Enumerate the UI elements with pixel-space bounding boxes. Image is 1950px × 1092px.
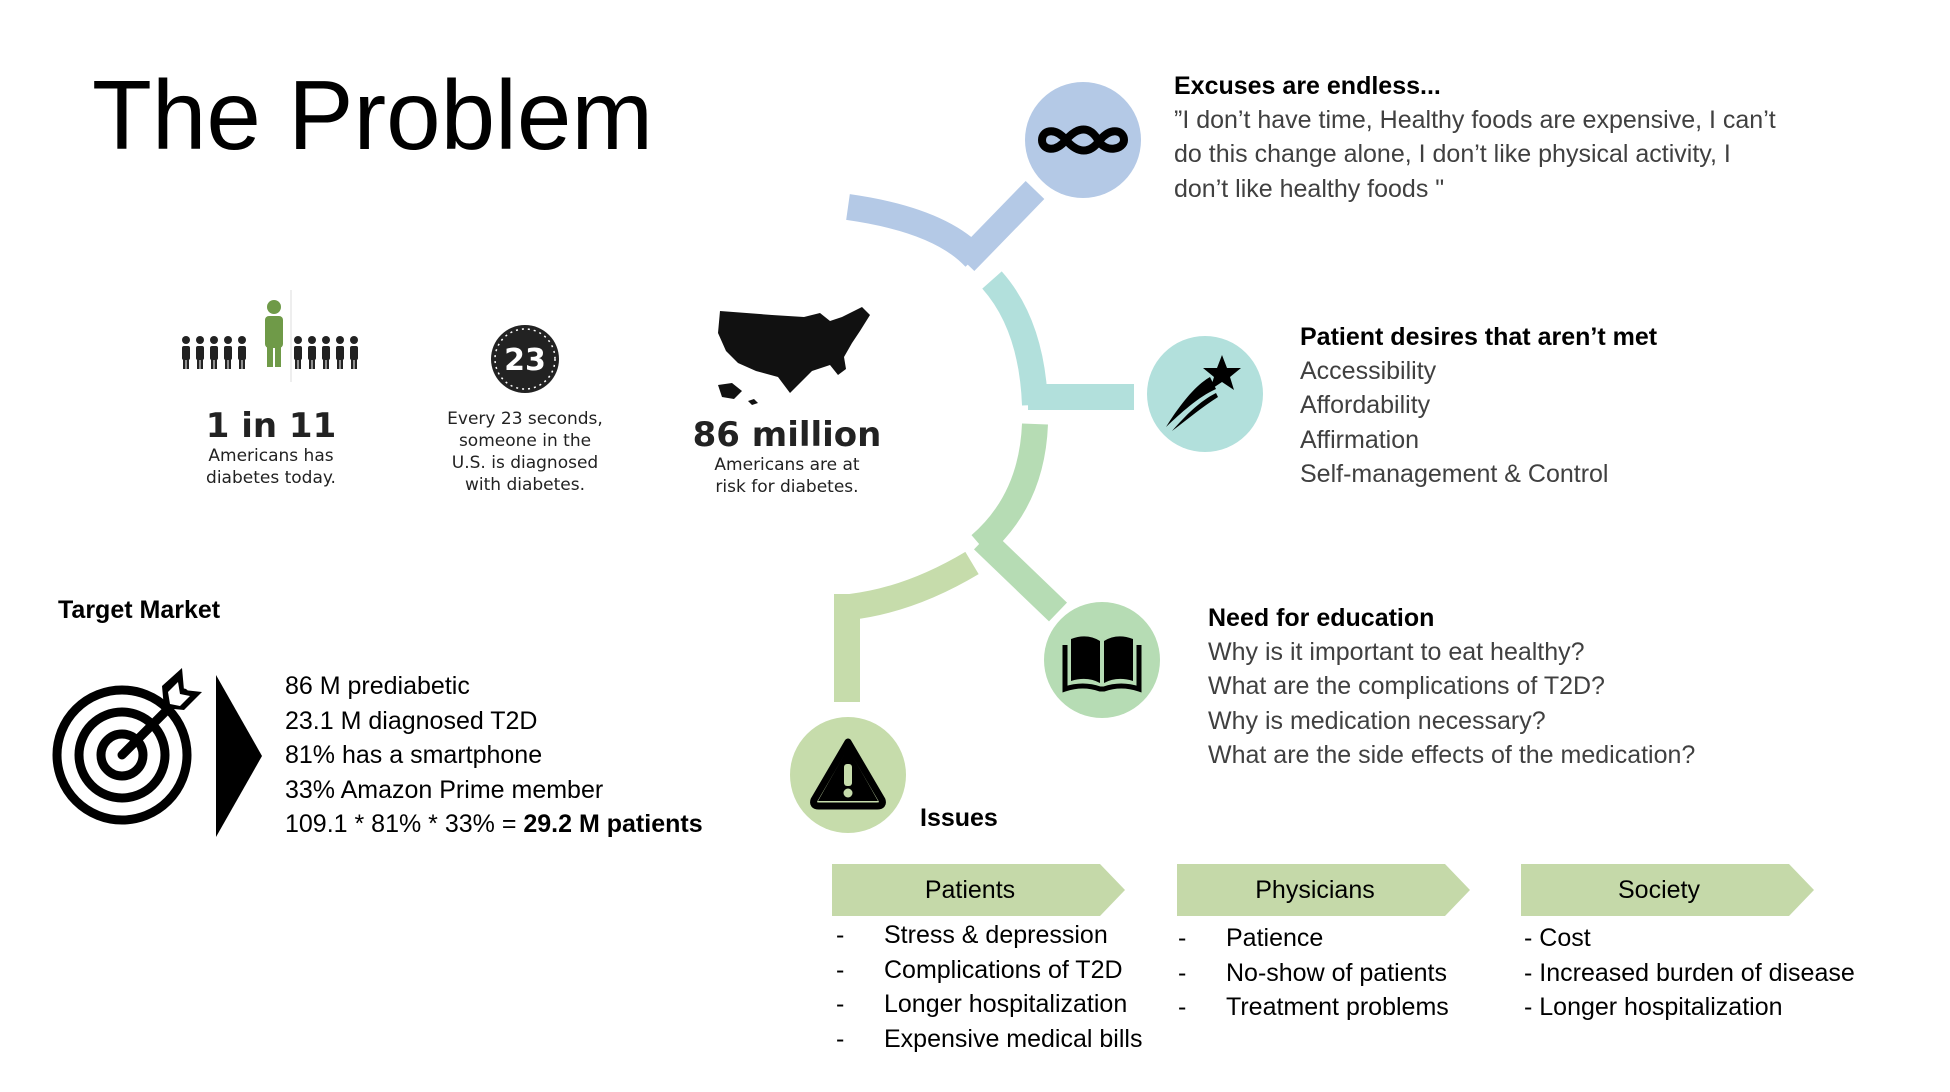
list-item: - Stress & depression (836, 921, 1108, 949)
issue-tab-label: Society (1618, 876, 1700, 904)
shooting-star-icon (1147, 336, 1263, 452)
stat-big: 1 in 11 (205, 406, 337, 446)
desires-line: Self-management & Control (1300, 460, 1609, 488)
issues-heading: Issues (920, 804, 998, 832)
stat-1-in-11: 1 in 11 Americans has diabetes today. (171, 406, 371, 490)
target-market-list: 86 M prediabetic 23.1 M diagnosed T2D 81… (285, 669, 703, 842)
target-market-line: 23.1 M diagnosed T2D (285, 706, 538, 735)
education-line: Why is it important to eat healthy? (1208, 637, 1585, 666)
list-item: - Patience (1178, 924, 1324, 952)
formula-prefix: 109.1 * 81% * 33% = (285, 810, 524, 838)
stat-small: Americans has (208, 446, 334, 467)
target-arrow-icon (52, 668, 202, 825)
formula-result: 29.2 M patients (523, 810, 703, 838)
stat-86-million: 86 million Americans are at risk for dia… (687, 415, 887, 499)
list-item: - Longer hospitalization (836, 990, 1128, 1018)
target-market-line: 33% Amazon Prime member (285, 775, 604, 804)
physicians-issue-list: - Patience - No-show of patients - Treatmen… (1178, 921, 1449, 1025)
desires-line: Affordability (1300, 391, 1431, 419)
target-market-line: 81% has a smartphone (285, 741, 543, 769)
issue-tab-label: Patients (924, 876, 1016, 904)
excuses-heading: Excuses are endless... (1174, 72, 1441, 100)
blue-arc (846, 194, 985, 268)
stat-big: 86 million (692, 415, 882, 455)
education-line: What are the complications of T2D? (1208, 672, 1605, 700)
list-item: - Increased burden of disease (1524, 958, 1855, 987)
desires-line: Accessibility (1300, 356, 1437, 385)
issue-tab-patients: Patients (832, 864, 1125, 916)
excuses-block: Excuses are endless... ”I don’t have tim… (1174, 70, 1776, 206)
usa-map-icon (718, 307, 870, 405)
list-item: - Complications of T2D (836, 955, 1123, 984)
target-market-heading: Target Market (58, 596, 221, 624)
target-market-line: 86 M prediabetic (285, 672, 470, 700)
desires-block: Patient desires that aren’t met Accessib… (1300, 321, 1657, 492)
issue-tab-society: Society (1521, 864, 1814, 916)
desires-line: Affirmation (1300, 425, 1420, 454)
stat-small: risk for diabetes. (715, 477, 859, 498)
green-arc (971, 423, 1048, 555)
infinity-icon (1025, 82, 1141, 198)
chevron-right-icon (216, 675, 262, 837)
clock-icon: 23 (491, 325, 559, 393)
stat-23-seconds: Every 23 seconds, someone in the U.S. is… (425, 408, 625, 496)
list-item: - Cost (1524, 924, 1591, 952)
warning-icon (790, 717, 906, 833)
excuses-line: do this change alone, I don’t like physi… (1174, 140, 1731, 168)
stat-small: Americans are at (714, 455, 860, 476)
stat-small: Every 23 seconds, (447, 409, 603, 429)
list-item: - No-show of patients (1178, 958, 1447, 987)
patients-issue-list: - Stress & depression - Complications of T… (836, 918, 1142, 1056)
blue-connector (955, 180, 1045, 272)
clock-badge-number: 23 (504, 343, 546, 378)
olive-stem (834, 594, 860, 702)
education-block: Need for education Why is it important t… (1208, 602, 1695, 773)
stat-small: with diabetes. (464, 475, 586, 496)
stat-small: U.S. is diagnosed (451, 453, 599, 474)
stat-small: diabetes today. (206, 468, 336, 489)
society-issue-list: - Cost - Increased burden of disease - L… (1524, 921, 1855, 1025)
olive-arc (848, 551, 979, 620)
open-book-icon (1044, 602, 1160, 718)
target-market-formula: 109.1 * 81% * 33% = 29.2 M patients (285, 807, 703, 842)
list-item: - Treatment problems (1178, 993, 1449, 1021)
desires-heading: Patient desires that aren’t met (1300, 323, 1658, 351)
list-item: - Expensive medical bills (836, 1024, 1143, 1053)
issue-tab-physicians: Physicians (1177, 864, 1470, 916)
education-line: What are the side effects of the medicat… (1208, 741, 1696, 769)
excuses-line: ”I don’t have time, Healthy foods are ex… (1174, 105, 1776, 134)
education-heading: Need for education (1208, 604, 1435, 632)
issue-tab-label: Physicians (1255, 876, 1375, 904)
stat-small: someone in the (458, 431, 592, 452)
people-icon (182, 290, 358, 382)
education-line: Why is medication necessary? (1208, 706, 1546, 735)
list-item: - Longer hospitalization (1524, 993, 1783, 1021)
excuses-line: don’t like healthy foods " (1174, 174, 1445, 203)
